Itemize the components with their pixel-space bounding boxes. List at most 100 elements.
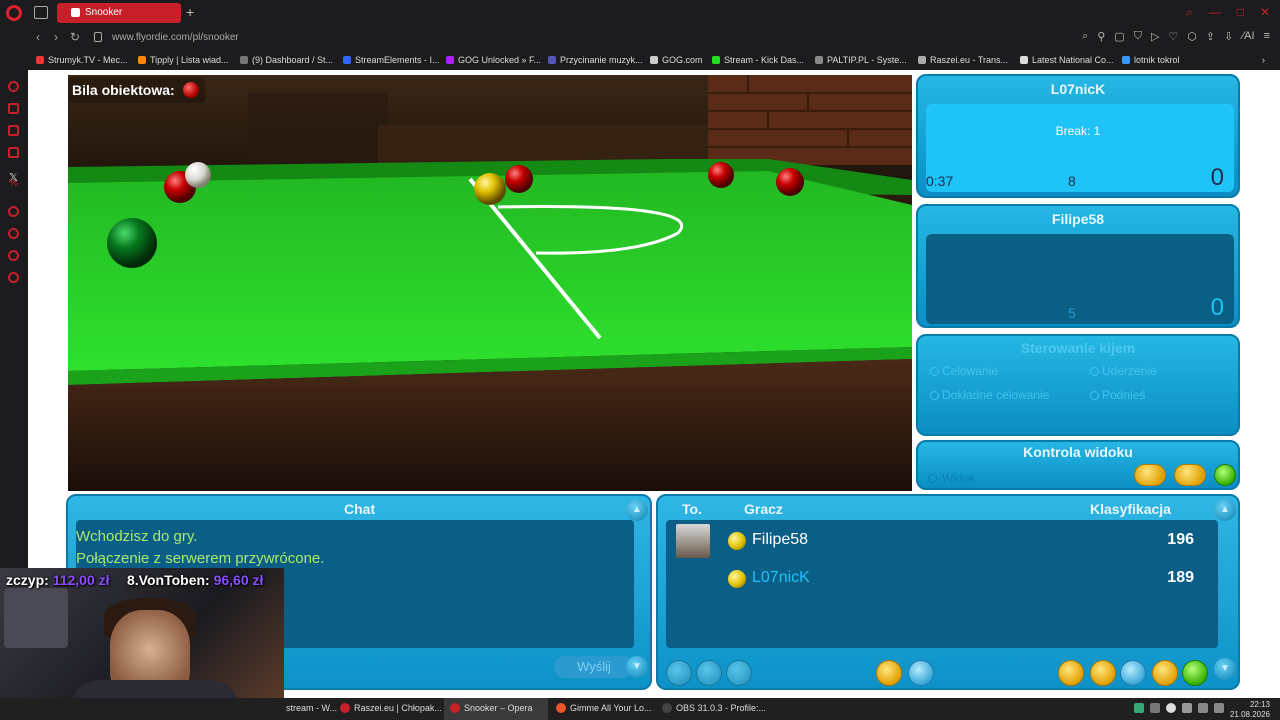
chat-message: Połączenie z serwerem przywrócone.	[76, 550, 325, 567]
menu-icon[interactable]: ≡	[1264, 30, 1270, 43]
minimize-icon[interactable]: —	[1209, 5, 1221, 20]
players-scroll-up-icon[interactable]: ▲	[1214, 499, 1236, 521]
zoom-view-button[interactable]	[1134, 464, 1166, 486]
bookmark-item[interactable]: (9) Dashboard / St...	[240, 55, 333, 65]
taskbar-item[interactable]: stream - W...	[286, 703, 337, 713]
col-player[interactable]: Gracz	[744, 501, 783, 517]
col-ranking[interactable]: Klasyfikacja	[1090, 501, 1171, 517]
ai-icon[interactable]: ⁄AI	[1242, 30, 1254, 43]
share-icon[interactable]: ⇪	[1206, 30, 1215, 43]
sidebar-x-icon[interactable]: 𝕏	[9, 171, 18, 184]
tray-chrome-icon[interactable]	[1166, 703, 1176, 713]
reload-icon[interactable]: ↻	[70, 30, 80, 44]
player-row[interactable]: L07nicK 189	[666, 560, 1218, 598]
bookmark-item[interactable]: Stream - Kick Das...	[712, 55, 804, 65]
profile-button[interactable]	[696, 660, 722, 686]
opera-logo-icon[interactable]	[6, 5, 22, 21]
view-option[interactable]: Widok	[927, 471, 975, 485]
heart-icon[interactable]: ♡	[1168, 30, 1178, 43]
tray-app-icon[interactable]	[1182, 703, 1192, 713]
search-tabs-icon[interactable]: ⌕	[1186, 5, 1193, 20]
maximize-icon[interactable]: □	[1237, 5, 1244, 20]
zoom-icon[interactable]: ⌕	[1082, 30, 1088, 43]
settings-icon[interactable]	[876, 660, 902, 686]
bookmarks-more-icon[interactable]: ›	[1262, 55, 1265, 65]
clock[interactable]: 22:13 21.08.2026	[1230, 700, 1270, 720]
rotate-view-button[interactable]	[1174, 464, 1206, 486]
send-button[interactable]: Wyślij	[554, 656, 634, 678]
taskbar-item-active[interactable]: Snooker – Opera	[444, 698, 548, 720]
invite-button[interactable]	[726, 660, 752, 686]
bookmark-favicon-icon	[712, 56, 720, 64]
extensions-icon[interactable]: ⬡	[1187, 30, 1197, 43]
spectate-button[interactable]	[666, 660, 692, 686]
player-row[interactable]: Filipe58 196	[666, 522, 1218, 560]
sidebar-messenger-icon[interactable]	[8, 103, 19, 114]
cue-control-panel: Sterowanie kijem Celowanie Uderzenie Dok…	[916, 334, 1240, 436]
bookmark-item[interactable]: Strumyk.TV - Mec...	[36, 55, 128, 65]
new-table-button[interactable]	[1058, 660, 1084, 686]
taskbar-item[interactable]: OBS 31.0.3 - Profile:...	[662, 703, 766, 713]
bookmark-item[interactable]: GOG.com	[650, 55, 703, 65]
bookmark-item[interactable]: StreamElements - I...	[343, 55, 440, 65]
sidebar-personal-news-icon[interactable]	[8, 250, 19, 261]
shield-icon[interactable]: ⛉	[1134, 30, 1142, 43]
tray-app-icon[interactable]	[1134, 703, 1144, 713]
view-control-title: Kontrola widoku	[1023, 444, 1133, 460]
play-icon[interactable]: ▷	[1151, 30, 1159, 43]
top-view-button[interactable]	[1214, 464, 1236, 486]
bookmark-item[interactable]: lotnik tokrol	[1122, 55, 1180, 65]
sidebar-history-icon[interactable]	[8, 228, 19, 239]
bookmark-item[interactable]: Przycinanie muzyk...	[548, 55, 643, 65]
bookmark-favicon-icon	[36, 56, 44, 64]
help-icon[interactable]	[1152, 660, 1178, 686]
bookmark-favicon-icon	[138, 56, 146, 64]
tab-snooker[interactable]: Snooker	[57, 3, 181, 23]
bookmark-item[interactable]: PALTIP.PL - Syste...	[815, 55, 907, 65]
bookmark-item[interactable]: Raszei.eu - Trans...	[918, 55, 1008, 65]
sidebar-aria-icon[interactable]	[8, 81, 19, 92]
aiming-option[interactable]: Celowanie	[929, 364, 998, 378]
view-control-panel: Kontrola widoku Widok	[916, 440, 1240, 490]
bookmark-favicon-icon	[548, 56, 556, 64]
new-tab-button[interactable]: +	[186, 4, 194, 20]
players-scroll-down-icon[interactable]: ▼	[1214, 658, 1236, 680]
player1-score-box	[926, 104, 1234, 192]
chat-scroll-down-icon[interactable]: ▼	[626, 656, 648, 678]
microphone-icon[interactable]	[1214, 703, 1224, 713]
sidebar-vk-icon[interactable]	[8, 147, 19, 158]
tray-app-icon[interactable]	[1150, 703, 1160, 713]
taskbar-item[interactable]: Raszei.eu | Chłopak...	[340, 703, 442, 713]
back-icon[interactable]: ‹	[36, 30, 40, 44]
pin-icon[interactable]: ⚲	[1097, 30, 1105, 43]
url-field[interactable]: www.flyordie.com/pl/snooker	[112, 32, 239, 43]
strike-option[interactable]: Uderzenie	[1090, 364, 1157, 378]
snooker-table-view[interactable]	[68, 75, 912, 491]
snapshot-icon[interactable]: ▢	[1114, 30, 1124, 43]
exit-icon[interactable]	[1182, 660, 1208, 686]
address-bar-icons: ⌕ ⚲ ▢ ⛉ ▷ ♡ ⬡ ⇪ ⇩ ⁄AI ≡	[1082, 30, 1270, 43]
workspaces-icon[interactable]	[34, 6, 48, 19]
precise-aiming-option[interactable]: Dokładne celowanie	[929, 388, 1049, 402]
sound-icon[interactable]	[908, 660, 934, 686]
speaker-icon[interactable]	[1198, 703, 1208, 713]
bookmark-item[interactable]: Tipply | Lista wiad...	[138, 55, 229, 65]
download-icon[interactable]: ⇩	[1224, 30, 1233, 43]
col-table-no[interactable]: To.	[682, 501, 702, 517]
forward-icon[interactable]: ›	[54, 30, 58, 44]
chat-bubbles-icon[interactable]	[1120, 660, 1146, 686]
sidebar-player-icon[interactable]	[8, 206, 19, 217]
raise-option[interactable]: Podnieś	[1089, 388, 1145, 402]
sidebar-whatsapp-icon[interactable]	[8, 125, 19, 136]
taskbar-item[interactable]: Gimme All Your Lo...	[556, 703, 652, 713]
chat-scroll-up-icon[interactable]: ▲	[626, 499, 648, 521]
bookmark-item[interactable]: Latest National Co...	[1020, 55, 1114, 65]
opera-icon	[340, 703, 350, 713]
sidebar-settings-icon[interactable]	[8, 272, 19, 283]
player1-panel: L07nicK Break: 1 0:37 8 0	[916, 74, 1240, 198]
trophy-icon[interactable]	[1090, 660, 1116, 686]
chat-title: Chat	[344, 501, 376, 517]
close-icon[interactable]: ✕	[1260, 5, 1270, 20]
bookmark-item[interactable]: GOG Unlocked » F...	[446, 55, 541, 65]
player1-score: 0	[1210, 164, 1224, 191]
